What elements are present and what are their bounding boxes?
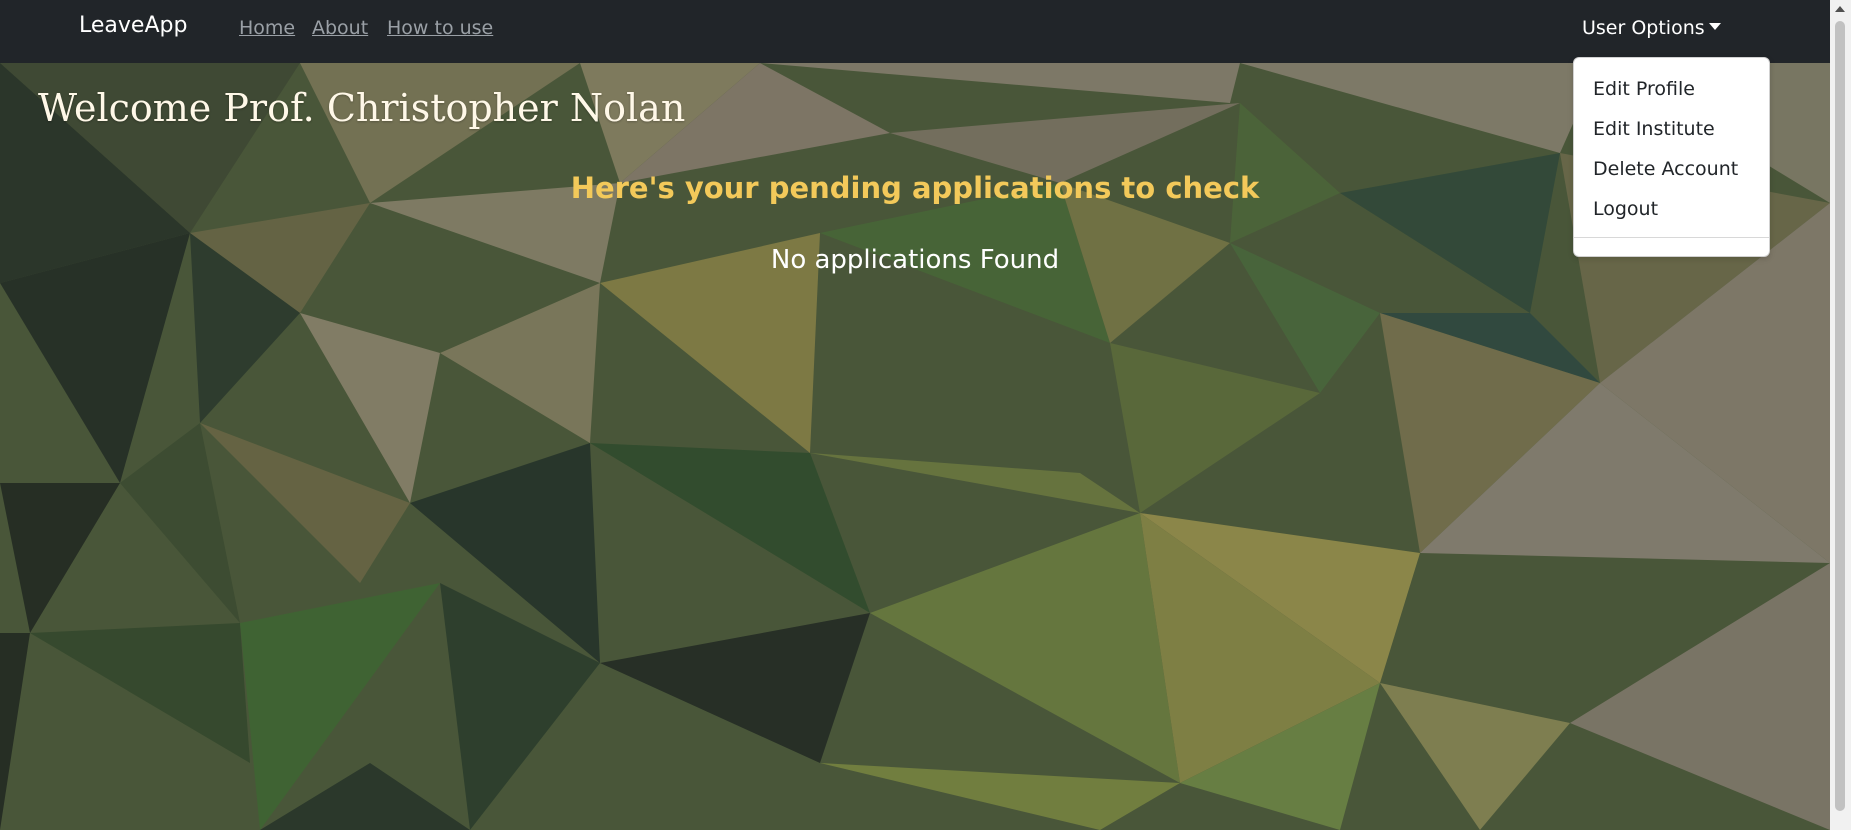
top-navbar: LeaveApp Home About How to use User Opti… xyxy=(0,0,1851,63)
menu-item-edit-institute[interactable]: Edit Institute xyxy=(1593,118,1715,140)
menu-item-logout[interactable]: Logout xyxy=(1593,198,1658,220)
brand-logo-link[interactable]: LeaveApp xyxy=(79,13,187,38)
user-options-dropdown-toggle[interactable]: User Options xyxy=(1582,17,1721,39)
nav-link-about[interactable]: About xyxy=(312,17,368,39)
dropdown-divider xyxy=(1574,237,1769,238)
welcome-heading: Welcome Prof. Christopher Nolan xyxy=(38,86,686,130)
nav-link-how-to-use[interactable]: How to use xyxy=(387,17,493,39)
scroll-up-arrow-icon[interactable] xyxy=(1835,6,1845,12)
nav-link-home[interactable]: Home xyxy=(239,17,295,39)
caret-down-icon xyxy=(1708,23,1721,30)
pending-applications-heading: Here's your pending applications to chec… xyxy=(570,171,1260,205)
scrollbar-thumb[interactable] xyxy=(1835,21,1845,811)
menu-item-delete-account[interactable]: Delete Account xyxy=(1593,158,1738,180)
user-options-label: User Options xyxy=(1582,17,1705,39)
empty-state-message: No applications Found xyxy=(770,245,1060,275)
menu-item-edit-profile[interactable]: Edit Profile xyxy=(1593,78,1695,100)
vertical-scrollbar[interactable] xyxy=(1830,0,1851,830)
user-options-dropdown-menu: Edit Profile Edit Institute Delete Accou… xyxy=(1573,57,1770,257)
